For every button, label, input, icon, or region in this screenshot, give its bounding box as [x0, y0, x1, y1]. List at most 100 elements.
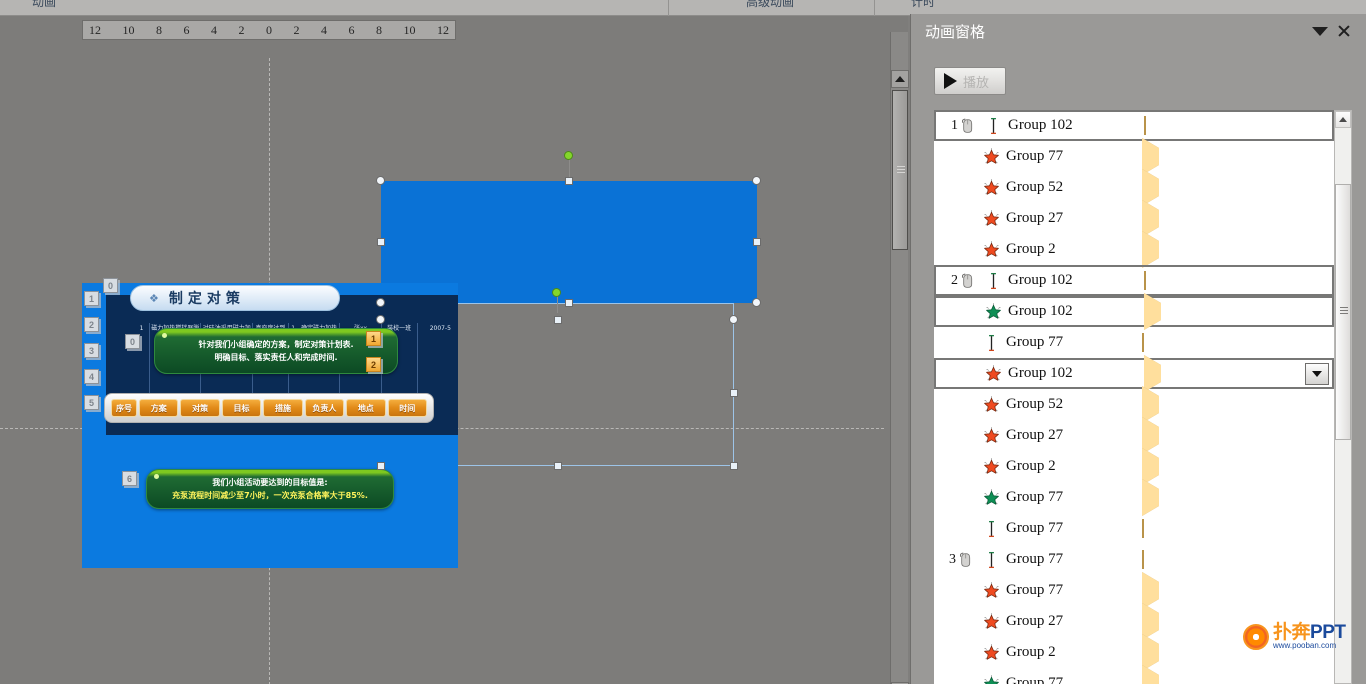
animation-list-item[interactable]: Group 77	[934, 137, 1334, 175]
resize-handle-se[interactable]	[752, 298, 761, 307]
scrollbar-thumb[interactable]	[1335, 184, 1351, 440]
close-icon[interactable]	[1332, 19, 1356, 43]
animation-item-label: Group 52	[1006, 396, 1064, 412]
ribbon-tab-advanced-animation[interactable]: 高级动画	[672, 0, 868, 12]
timeline-bar-icon[interactable]	[1142, 332, 1144, 352]
horizontal-ruler[interactable]: 12 10 8 6 4 2 0 2 4 6 8 10 12	[82, 20, 456, 40]
animation-tag[interactable]: 5	[84, 395, 99, 410]
resize-handle-e[interactable]	[753, 238, 761, 246]
timeline-triangle-icon[interactable]	[1142, 664, 1159, 684]
green-callout-plan[interactable]: 针对我们小组确定的方案，制定对策计划表. 明确目标、落实责任人和完成时间.	[154, 328, 398, 374]
timeline-bar-icon[interactable]	[1142, 518, 1144, 538]
ruler-tick: 0	[266, 22, 272, 37]
timeline-bar-icon[interactable]	[1142, 549, 1144, 569]
animation-list-item[interactable]: Group 27	[934, 199, 1334, 237]
animation-pane-scrollbar[interactable]	[1334, 110, 1352, 684]
timeline-bar-icon[interactable]	[1144, 115, 1146, 135]
table-handle-sw[interactable]	[377, 462, 385, 470]
animation-list-item[interactable]: Group 2	[934, 230, 1334, 268]
timeline-triangle-icon[interactable]	[1144, 292, 1161, 330]
entrance-star-icon	[978, 303, 1008, 320]
animation-tag[interactable]: 2	[84, 317, 99, 332]
table-handle-s[interactable]	[554, 462, 562, 470]
timeline-triangle-icon[interactable]	[1144, 354, 1161, 392]
timeline-marker	[1142, 518, 1144, 538]
animation-tag[interactable]: 1	[84, 291, 99, 306]
animation-list-item[interactable]: Group 77	[934, 327, 1334, 358]
animation-list-item[interactable]: Group 2	[934, 447, 1334, 485]
green-plan-line1: 针对我们小组确定的方案，制定对策计划表.	[198, 339, 354, 349]
slide-content[interactable]: 1 磁力加热搅拌器脱气脱水 对硅油采用磁力加热并搅拌. 真空度达到1.33Pa时…	[82, 283, 458, 568]
timeline-triangle-icon[interactable]	[1142, 137, 1159, 175]
animation-list-item[interactable]: Group 52	[934, 385, 1334, 423]
animation-tag[interactable]: 0	[103, 278, 118, 293]
scroll-up-button[interactable]	[1335, 111, 1351, 128]
animation-list-item[interactable]: Group 102	[934, 292, 1334, 330]
animation-effect-list[interactable]: 1 Group 102 Group 77 Group 52 Group 27 Group …	[934, 110, 1334, 684]
timeline-triangle-icon[interactable]	[1142, 199, 1159, 237]
resize-handle-nw[interactable]	[376, 176, 385, 185]
animation-list-item[interactable]: 3 Group 77	[934, 544, 1334, 575]
table-handle-ne[interactable]	[729, 315, 738, 324]
row-dropdown-button[interactable]	[1305, 362, 1329, 385]
canvas-vertical-scrollbar[interactable]	[890, 32, 909, 684]
timeline-triangle-icon[interactable]	[1142, 602, 1159, 640]
scroll-up-button[interactable]	[891, 70, 909, 88]
watermark: 扑奔PPT www.pooban.com	[1243, 623, 1346, 650]
ruler-tick: 10	[122, 22, 135, 37]
timeline-triangle-icon[interactable]	[1142, 447, 1159, 485]
emphasis-star-icon	[976, 148, 1006, 165]
animation-tag[interactable]: 3	[84, 343, 99, 358]
animation-tag[interactable]: 2	[366, 357, 381, 372]
grip-icon	[897, 166, 905, 174]
scrollbar-thumb[interactable]	[892, 90, 908, 250]
timeline-triangle-icon[interactable]	[1142, 230, 1159, 268]
green-callout-goal[interactable]: 我们小组活动要达到的目标值是: 充泵流程时间减少至7小时，一次充泵合格率大于85…	[146, 469, 394, 509]
resize-handle-n[interactable]	[565, 177, 573, 185]
ruler-tick: 8	[376, 22, 382, 37]
text-effect-icon	[976, 334, 1006, 352]
animation-list-item[interactable]: Group 102	[934, 354, 1334, 392]
animation-list-item[interactable]: 2 Group 102	[934, 265, 1334, 296]
timeline-triangle-icon[interactable]	[1142, 633, 1159, 671]
ruler-tick: 2	[293, 22, 300, 37]
ruler-tick: 6	[183, 22, 190, 37]
timeline-triangle-icon[interactable]	[1142, 385, 1159, 423]
timeline-triangle-icon[interactable]	[1142, 478, 1159, 516]
watermark-url: www.pooban.com	[1273, 641, 1337, 650]
resize-handle-w[interactable]	[377, 238, 385, 246]
animation-tag[interactable]: 6	[122, 471, 137, 486]
slide-canvas-area[interactable]: 12 10 8 6 4 2 0 2 4 6 8 10 12 1 磁力加热搅拌器脱…	[0, 16, 909, 684]
animation-list-item[interactable]: 1 Group 102	[934, 110, 1334, 141]
timeline-triangle-icon[interactable]	[1142, 416, 1159, 454]
table-handle-se[interactable]	[730, 462, 738, 470]
animation-tag[interactable]: 0	[125, 334, 140, 349]
animation-list-item[interactable]: Group 52	[934, 168, 1334, 206]
table-handle-nw[interactable]	[376, 315, 385, 324]
animation-pane-header: 动画窗格	[917, 14, 1366, 48]
rotate-handle[interactable]	[564, 151, 573, 160]
table-handle-n[interactable]	[554, 316, 562, 324]
ribbon-tab-timing[interactable]: 计时	[878, 0, 968, 12]
resize-handle-sw[interactable]	[376, 298, 385, 307]
timeline-bar-icon[interactable]	[1144, 270, 1146, 290]
animation-tag[interactable]: 4	[84, 369, 99, 384]
animation-tag[interactable]: 1	[366, 331, 381, 346]
resize-handle-s[interactable]	[565, 299, 573, 307]
bar-cell: 序号	[111, 399, 137, 417]
resize-handle-ne[interactable]	[752, 176, 761, 185]
animation-list-item[interactable]: Group 27	[934, 416, 1334, 454]
animation-list-item[interactable]: Group 77	[934, 664, 1334, 684]
slide-header-bar-table[interactable]: 序号 方案 对策 目标 措施 负责人 地点 时间	[104, 393, 434, 423]
play-button[interactable]: 播放	[934, 67, 1006, 95]
timeline-triangle-icon[interactable]	[1142, 168, 1159, 206]
timeline-triangle-icon[interactable]	[1142, 571, 1159, 609]
rotate-handle[interactable]	[552, 288, 561, 297]
ribbon-tab-animation[interactable]: 动画	[14, 0, 74, 12]
animation-item-label: Group 77	[1006, 520, 1064, 536]
chevron-down-icon[interactable]	[1308, 19, 1332, 43]
animation-list-item[interactable]: Group 77	[934, 513, 1334, 544]
table-handle-e[interactable]	[730, 389, 738, 397]
animation-list-item[interactable]: Group 77	[934, 478, 1334, 516]
animation-list-item[interactable]: Group 77	[934, 571, 1334, 609]
